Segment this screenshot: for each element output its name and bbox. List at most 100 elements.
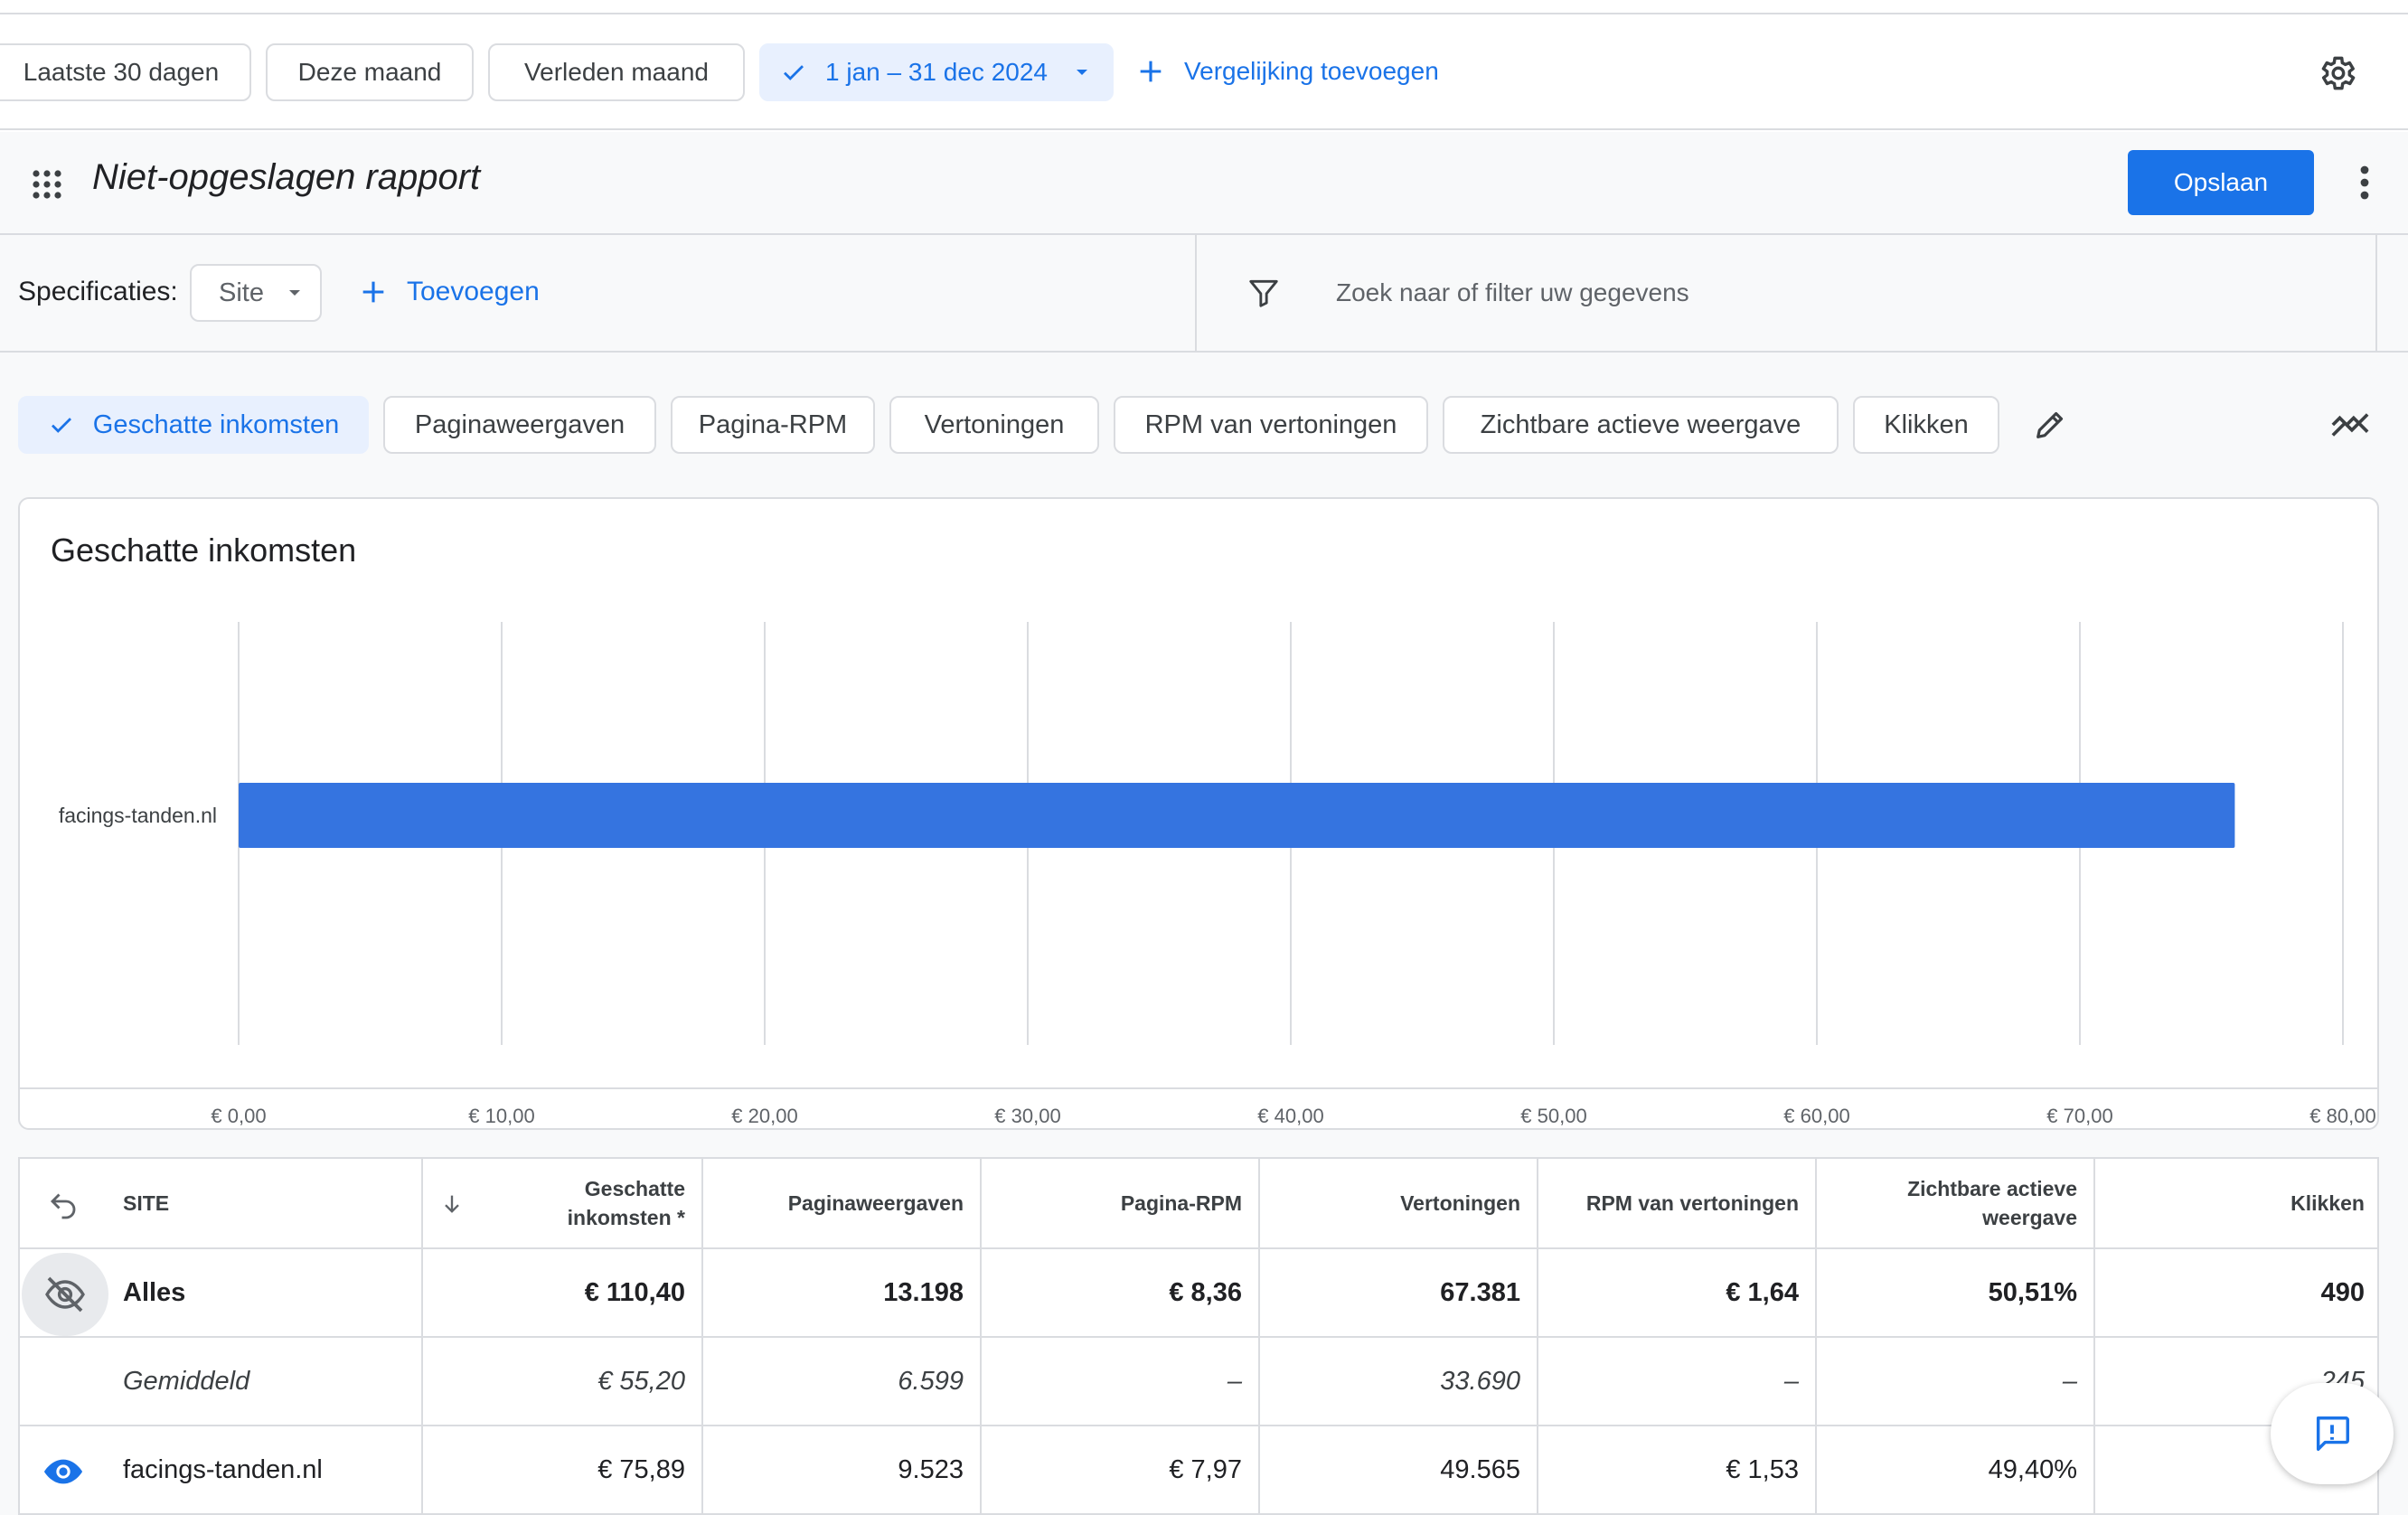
cell-impression-rpm: € 1,53: [1537, 1426, 1815, 1513]
header-label: SITE: [123, 1191, 170, 1215]
table-header-row: SITE Geschatte inkomsten * Paginaweergave…: [20, 1159, 2377, 1249]
cell-page-views: 6.599: [701, 1338, 980, 1425]
header-label: weergave: [1982, 1206, 2077, 1229]
header-label: Klikken: [2290, 1191, 2365, 1215]
cell-page-rpm: € 8,36: [980, 1249, 1258, 1336]
metric-chip-label: Zichtbare actieve weergave: [1480, 409, 1801, 439]
cell-impression-rpm: –: [1537, 1338, 1815, 1425]
x-tick-label: € 40,00: [1257, 1105, 1323, 1127]
x-tick-label: € 80,00: [2309, 1105, 2375, 1127]
top-divider: [0, 0, 2408, 14]
cell-page-rpm: € 7,97: [980, 1426, 1258, 1513]
dimension-select-value: Site: [219, 278, 264, 307]
metric-chip-label: Paginaweergaven: [414, 409, 626, 439]
cell-impressions: 67.381: [1258, 1249, 1537, 1336]
trend-icon[interactable]: [2328, 405, 2372, 445]
cell-page-rpm: –: [980, 1338, 1258, 1425]
cell-estimated-earnings: € 75,89: [421, 1426, 701, 1513]
metric-chip-page-rpm[interactable]: Pagina-RPM: [671, 396, 875, 454]
bar-chart: € 0,00 € 10,00 € 20,00 € 30,00 € 40,00 € 50,0…: [20, 622, 2377, 1127]
x-tick-label: € 50,00: [1520, 1105, 1586, 1127]
sort-descending-icon: [445, 1195, 459, 1213]
plus-icon: [1140, 61, 1162, 82]
table-row-total: Alles € 110,40 13.198 € 8,36 67.381 € 1,…: [20, 1249, 2377, 1338]
preset-label: Deze maand: [297, 58, 442, 86]
chevron-down-icon: [288, 290, 300, 296]
table-row[interactable]: facings-tanden.nl € 75,89 9.523 € 7,97 4…: [20, 1426, 2377, 1515]
metric-selector-bar: Geschatte inkomsten Paginaweergaven Pagi…: [0, 353, 2408, 497]
dimensions-panel: Specificaties: Site Toevoegen: [0, 235, 1197, 351]
cell-impression-rpm: € 1,64: [1537, 1249, 1815, 1336]
add-dimension-label: Toevoegen: [407, 277, 540, 306]
cell-estimated-earnings: € 55,20: [421, 1338, 701, 1425]
filter-icon[interactable]: [1246, 275, 1282, 311]
cell-page-views: 9.523: [701, 1426, 980, 1513]
metric-chip-impressions[interactable]: Vertoningen: [889, 396, 1099, 454]
header-label: Paginaweergaven: [787, 1191, 964, 1215]
category-label: facings-tanden.nl: [59, 804, 217, 827]
feedback-icon: [2316, 1416, 2349, 1451]
check-icon: [51, 418, 71, 433]
dimensions-label: Specificaties:: [18, 277, 178, 306]
metric-chip-page-views[interactable]: Paginaweergaven: [383, 396, 656, 454]
preset-last-30-days[interactable]: Laatste 30 dagen: [0, 43, 251, 101]
add-comparison-button[interactable]: Vergelijking toevoegen: [1135, 56, 1439, 87]
preset-label: Laatste 30 dagen: [23, 58, 220, 86]
save-button[interactable]: Opslaan: [2128, 150, 2314, 215]
bar: [239, 783, 2235, 848]
x-tick-label: € 10,00: [468, 1105, 534, 1127]
plus-icon: [362, 281, 384, 303]
preset-last-month[interactable]: Verleden maand: [488, 43, 745, 101]
cell-active-view: 49,40%: [1815, 1426, 2093, 1513]
metric-chip-label: Geschatte inkomsten: [92, 409, 340, 439]
more-vert-icon[interactable]: [2348, 163, 2381, 202]
column-header-page-rpm[interactable]: Pagina-RPM: [980, 1159, 1258, 1247]
header-label: Pagina-RPM: [1120, 1191, 1242, 1215]
column-header-estimated-earnings[interactable]: Geschatte inkomsten *: [421, 1159, 701, 1247]
cell-active-view: –: [1815, 1338, 2093, 1425]
x-tick-label: € 20,00: [731, 1105, 797, 1127]
preset-label: Verleden maand: [524, 58, 709, 86]
chart-card: Geschatte inkomsten € 0,00 € 10,00 € 20,00…: [18, 497, 2379, 1130]
pencil-icon[interactable]: [2030, 405, 2070, 445]
add-dimension-button[interactable]: Toevoegen: [358, 277, 540, 307]
metric-chip-clicks[interactable]: Klikken: [1853, 396, 1999, 454]
column-header-active-view[interactable]: Zichtbare actieve weergave: [1815, 1159, 2093, 1247]
column-header-impression-rpm[interactable]: RPM van vertoningen: [1537, 1159, 1815, 1247]
selected-range-label: 1 jan – 31 dec 2024: [825, 58, 1048, 86]
report-title[interactable]: Niet-opgeslagen rapport: [92, 157, 480, 198]
column-header-site[interactable]: SITE: [20, 1159, 421, 1247]
x-tick-label: € 30,00: [994, 1105, 1060, 1127]
date-range-selector[interactable]: 1 jan – 31 dec 2024: [759, 43, 1114, 101]
gear-icon[interactable]: [2314, 51, 2359, 96]
column-header-impressions[interactable]: Vertoningen: [1258, 1159, 1537, 1247]
cell-clicks: 490: [2093, 1249, 2377, 1336]
report-header: Niet-opgeslagen rapport Opslaan: [0, 132, 2408, 235]
table-row-average: Gemiddeld € 55,20 6.599 – 33.690 – – 245: [20, 1338, 2377, 1426]
filter-search[interactable]: Zoek naar of filter uw gegevens: [1199, 235, 2377, 351]
header-label: RPM van vertoningen: [1585, 1191, 1799, 1215]
add-comparison-label: Vergelijking toevoegen: [1184, 57, 1439, 85]
check-icon: [784, 65, 804, 80]
dimension-select[interactable]: Site: [190, 264, 322, 322]
metric-chip-estimated-earnings[interactable]: Geschatte inkomsten: [18, 396, 369, 454]
apps-grid-icon[interactable]: [29, 166, 65, 202]
column-header-clicks[interactable]: Klikken: [2093, 1159, 2377, 1247]
date-range-bar: Laatste 30 dagen Deze maand Verleden maa…: [0, 14, 2408, 130]
metric-chip-active-view[interactable]: Zichtbare actieve weergave: [1443, 396, 1839, 454]
x-tick-label: € 60,00: [1783, 1105, 1849, 1127]
header-label: Geschatte: [584, 1177, 685, 1200]
preset-this-month[interactable]: Deze maand: [266, 43, 474, 101]
feedback-button[interactable]: [2271, 1383, 2394, 1484]
report-table: SITE Geschatte inkomsten * Paginaweergave…: [18, 1157, 2379, 1515]
filter-placeholder: Zoek naar of filter uw gegevens: [1336, 278, 1689, 306]
chevron-down-icon: [1076, 70, 1087, 75]
column-header-page-views[interactable]: Paginaweergaven: [701, 1159, 980, 1247]
row-label: Gemiddeld: [123, 1366, 250, 1396]
header-label: inkomsten *: [567, 1206, 685, 1229]
metric-chip-label: Pagina-RPM: [698, 409, 848, 439]
metric-chip-label: RPM van vertoningen: [1144, 409, 1397, 439]
metric-chip-impression-rpm[interactable]: RPM van vertoningen: [1114, 396, 1428, 454]
metric-chip-label: Klikken: [1884, 409, 1969, 439]
x-tick-label: € 70,00: [2046, 1105, 2112, 1127]
